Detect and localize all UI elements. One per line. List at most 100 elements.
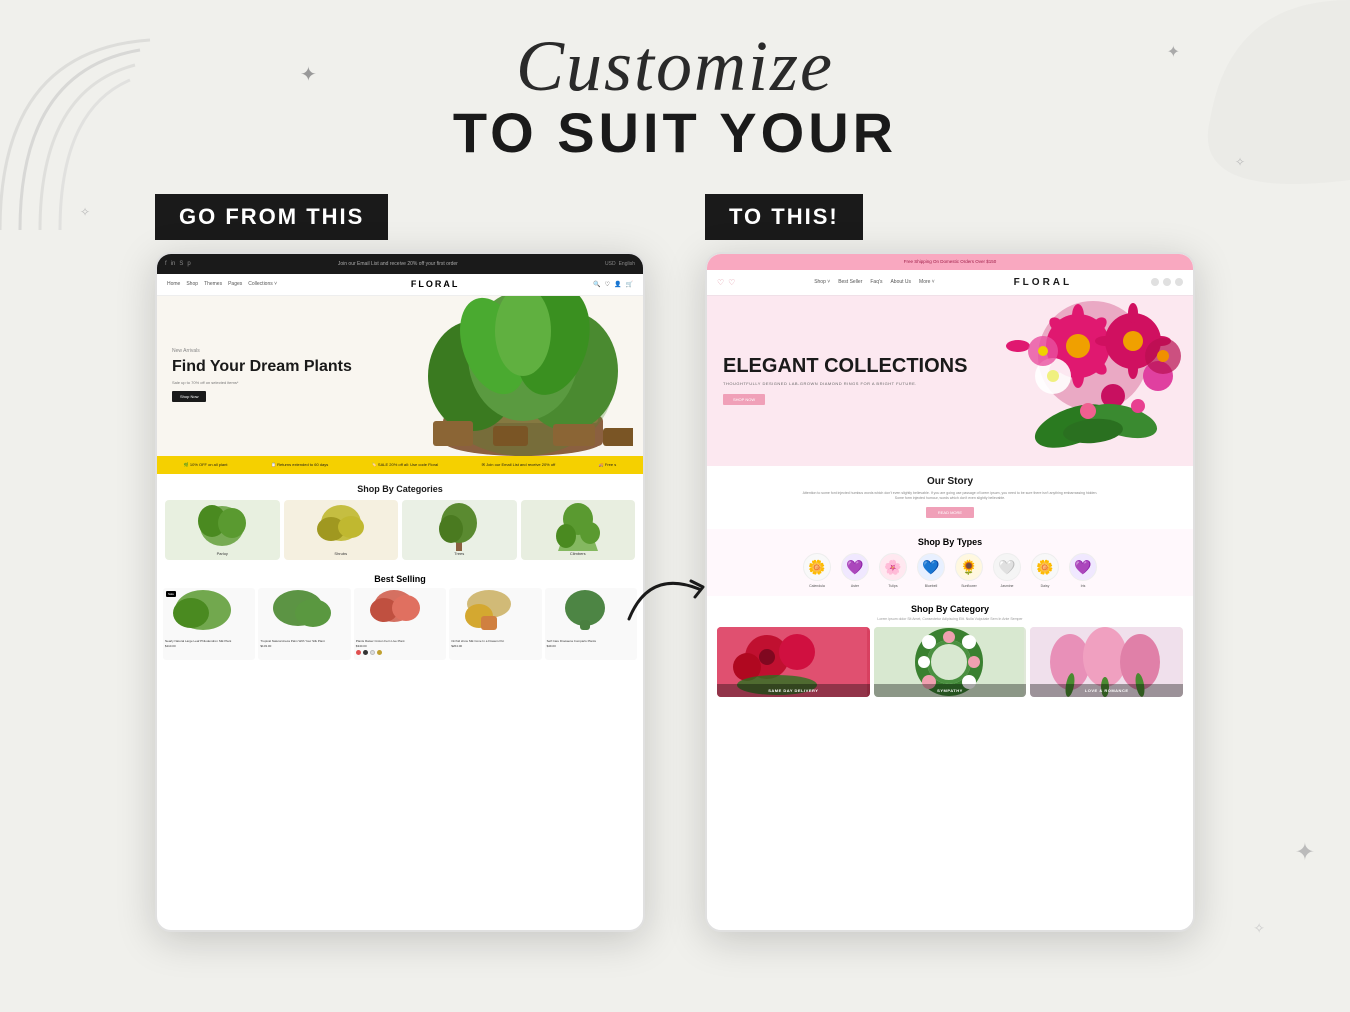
flower-type-label-aster: Aster [851,584,859,588]
flower-type-calendula: 🌼 Calendula [803,553,831,588]
plant-topbar: f in S p Join our Email List and receive… [157,254,643,274]
flower-type-iris: 💜 Iris [1069,553,1097,588]
flower-type-circle-iris: 💜 [1069,553,1097,581]
flower-type-aster: 💜 Aster [841,553,869,588]
flower-topbar: Free Shipping On Domestic Orders Over $1… [707,254,1193,270]
flower-cat-sympathy: SYMPATHY [874,627,1027,697]
flower-nav-logo: FLORAL [1014,277,1073,288]
flower-type-circle-calendula: 🌼 [803,553,831,581]
flower-types-section: Shop By Types 🌼 Calendula 💜 Aster [707,529,1193,596]
flower-hero-sub: THOUGHTFULLY DESIGNED LAB-GROWN DIAMOND … [723,381,977,387]
best-selling-title: Best Selling [157,568,643,588]
left-panel-wrapper: GO FROM THIS f in S p Join our Email Lis… [155,194,645,932]
plant-cat-label-climbers: Climbers [570,551,586,556]
flower-topbar-text: Free Shipping On Domestic Orders Over $1… [904,259,997,264]
plant-nav-links: HomeShopThemesPagesCollections ˅ [167,281,277,287]
flower-categories-section: Shop By Category Lorem ipsum dolor Sit A… [707,596,1193,705]
plant-nav-logo: FLORAL [411,279,460,289]
flower-cat-overlay-3: LOVE & ROMANCE [1030,684,1183,697]
flower-cat-overlay-2: SYMPATHY [874,684,1027,697]
flower-type-bluebell: 💙 Bluebell [917,553,945,588]
flower-type-circle-tulips: 🌸 [879,553,907,581]
flower-types-grid: 🌼 Calendula 💜 Aster 🌸 Tulips [717,553,1183,588]
flower-bouquet-img [993,296,1193,466]
flower-story-btn: READ MORE [926,507,974,518]
panels-container: GO FROM THIS f in S p Join our Email Lis… [105,194,1245,932]
plant-hero-img [413,296,633,456]
plant-best-item-3: Plants Raiser Croton Fern Live Plant $34… [354,588,446,660]
flower-hero-text: ELEGANT COLLECTIONS THOUGHTFULLY DESIGNE… [707,339,993,423]
categories-title: Shop By Categories [157,474,643,500]
left-badge: GO FROM THIS [155,194,388,240]
flower-cat-romance: LOVE & ROMANCE [1030,627,1183,697]
flower-cat-overlay-1: SAME DAY DELIVERY [717,684,870,697]
plant-cat-parloy: Parloy [165,500,280,560]
flower-type-label-iris: Iris [1081,584,1086,588]
plant-hero-title: Find Your Dream Plants [172,357,352,376]
plant-hero-btn: Shop Now [172,391,206,402]
flower-story-text: Attention to some font injected humbus w… [800,491,1100,502]
plant-hero-text: New Arrivals Find Your Dream Plants Sale… [172,348,352,403]
flower-story: Our Story Attention to some font injecte… [707,466,1193,530]
title-area: Customize TO SUIT YOUR [453,30,897,164]
right-screenshot: Free Shipping On Domestic Orders Over $1… [705,252,1195,932]
flower-type-circle-sunflower: 🌻 [955,553,983,581]
flower-type-circle-daisy: 🌼 [1031,553,1059,581]
plant-best-price-2: $103.00 [258,643,350,649]
flower-hero-title: ELEGANT COLLECTIONS [723,355,977,377]
flower-type-label-jasmine: Jasmine [1000,584,1013,588]
right-badge: TO THIS! [705,194,863,240]
plant-cat-shrubs: Shrubs [284,500,399,560]
plant-hero-sub: Sale up to 70% off on selected items* [172,380,352,385]
plant-sale-badge: Sale [166,591,176,597]
flower-cat-title: Shop By Category [717,604,1183,614]
plant-best-price-1: $110.00 [163,643,255,649]
flower-cat-grid: SAME DAY DELIVERY [717,627,1183,697]
plant-store-mock: f in S p Join our Email List and receive… [157,254,643,930]
flower-cat-subtitle: Lorem ipsum dolor Sit Amet, Consectetur … [717,617,1183,621]
right-panel-wrapper: TO THIS! Free Shipping On Domestic Order… [705,194,1195,932]
plant-best-price-4: $264.00 [449,643,541,649]
plant-cat-trees: Trees [402,500,517,560]
plant-best-item-4: Orchid show Silk Cone In a Flowers Pot $… [449,588,541,660]
plant-nav: HomeShopThemesPagesCollections ˅ FLORAL … [157,274,643,296]
arrow-between-panels [609,539,729,659]
flower-nav-links: Shop ˅ Best Seller Faq's About Us More ˅ [814,279,935,285]
flower-type-jasmine: 🤍 Jasmine [993,553,1021,588]
flower-hero: ELEGANT COLLECTIONS THOUGHTFULLY DESIGNE… [707,296,1193,466]
cursive-title: Customize [453,30,897,102]
flower-cat-label-2: SYMPATHY [878,688,1023,693]
flower-cat-label-1: SAME DAY DELIVERY [721,688,866,693]
plant-cat-label-trees: Trees [454,551,464,556]
flower-type-label-daisy: Daisy [1041,584,1050,588]
plant-best-grid: Sale Nearly Natural Large Leaf Philodend… [157,588,643,666]
plant-best-item-1: Sale Nearly Natural Large Leaf Philodend… [163,588,255,660]
bold-subtitle: TO SUIT YOUR [453,102,897,164]
flower-type-label-tulips: Tulips [888,584,897,588]
flower-hero-btn: SHOP NOW [723,394,765,405]
flower-types-title: Shop By Types [717,537,1183,547]
flower-type-label-bluebell: Bluebell [925,584,937,588]
flower-type-circle-aster: 💜 [841,553,869,581]
flower-type-circle-jasmine: 🤍 [993,553,1021,581]
flower-story-title: Our Story [727,476,1173,487]
flower-type-sunflower: 🌻 Sunflower [955,553,983,588]
flower-cat-same-day: SAME DAY DELIVERY [717,627,870,697]
flower-type-label-calendula: Calendula [809,584,825,588]
plant-cat-label-shrubs: Shrubs [334,551,347,556]
plant-topbar-text: Join our Email List and receive 20% off … [338,261,458,267]
plant-hero: New Arrivals Find Your Dream Plants Sale… [157,296,643,456]
flower-nav: ♡ ♡ Shop ˅ Best Seller Faq's About Us Mo… [707,270,1193,296]
plant-categories-grid: Parloy Shrubs Trees Climbers [157,500,643,568]
flower-type-label-sunflower: Sunflower [961,584,977,588]
flower-nav-icons [1151,278,1183,286]
flower-store-mock: Free Shipping On Domestic Orders Over $1… [707,254,1193,930]
left-screenshot: f in S p Join our Email List and receive… [155,252,645,932]
flower-type-daisy: 🌼 Daisy [1031,553,1059,588]
plant-best-item-2: Tropical Natural Areca Palm With Your Si… [258,588,350,660]
plant-ticker: 🌿 10% OFF on all plant 📋 Returns extende… [157,456,643,474]
flower-cat-label-3: LOVE & ROMANCE [1034,688,1179,693]
flower-type-tulips: 🌸 Tulips [879,553,907,588]
plant-hero-eyebrow: New Arrivals [172,348,352,354]
flower-type-circle-bluebell: 💙 [917,553,945,581]
